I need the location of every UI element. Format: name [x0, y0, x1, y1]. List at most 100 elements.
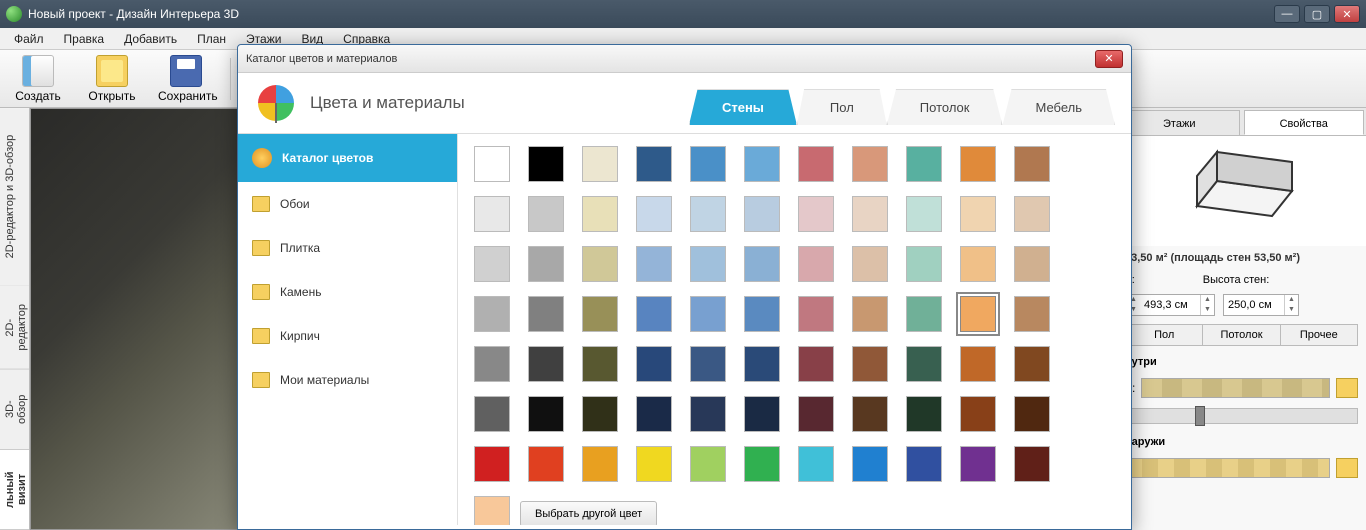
y-input[interactable] — [1140, 299, 1200, 311]
browse-material-outside-button[interactable] — [1336, 458, 1358, 478]
vtab-3d[interactable]: 3D-обзор — [0, 370, 29, 450]
slider-handle[interactable] — [1195, 406, 1205, 426]
color-swatch[interactable] — [744, 246, 780, 282]
vtab-2d[interactable]: 2D-редактор — [0, 286, 29, 370]
color-swatch[interactable] — [852, 446, 888, 482]
color-swatch[interactable] — [582, 346, 618, 382]
color-swatch[interactable] — [474, 146, 510, 182]
category-item[interactable]: Мои материалы — [238, 358, 457, 402]
vtab-2d-3d[interactable]: 2D-редактор и 3D-обзор — [0, 108, 29, 286]
color-swatch[interactable] — [690, 346, 726, 382]
color-swatch[interactable] — [798, 396, 834, 432]
color-swatch[interactable] — [744, 346, 780, 382]
color-swatch[interactable] — [636, 396, 672, 432]
color-swatch[interactable] — [528, 196, 564, 232]
color-swatch[interactable] — [960, 146, 996, 182]
color-swatch[interactable] — [690, 446, 726, 482]
color-swatch[interactable] — [528, 146, 564, 182]
color-swatch[interactable] — [582, 246, 618, 282]
color-swatch[interactable] — [474, 196, 510, 232]
color-swatch[interactable] — [1014, 296, 1050, 332]
height-spinner[interactable]: ▲▼ — [1223, 294, 1299, 316]
subtab-ceiling[interactable]: Потолок — [1203, 325, 1280, 345]
color-swatch[interactable] — [744, 296, 780, 332]
color-swatch[interactable] — [1014, 446, 1050, 482]
color-swatch[interactable] — [798, 296, 834, 332]
tab-floors[interactable]: Этажи — [1119, 110, 1240, 135]
dtab-furniture[interactable]: Мебель — [1002, 89, 1115, 125]
chevron-up-icon[interactable]: ▲ — [1201, 295, 1214, 305]
category-item[interactable]: Плитка — [238, 226, 457, 270]
subtab-other[interactable]: Прочее — [1281, 325, 1357, 345]
vtab-virtual-visit[interactable]: льный визит — [0, 450, 29, 530]
color-swatch[interactable] — [960, 196, 996, 232]
minimize-button[interactable]: — — [1274, 5, 1300, 23]
color-swatch[interactable] — [636, 146, 672, 182]
color-swatch[interactable] — [744, 446, 780, 482]
color-swatch[interactable] — [906, 196, 942, 232]
dtab-floor[interactable]: Пол — [797, 89, 887, 125]
color-swatch[interactable] — [582, 196, 618, 232]
color-swatch[interactable] — [690, 296, 726, 332]
category-item[interactable]: Обои — [238, 182, 457, 226]
color-swatch[interactable] — [1014, 196, 1050, 232]
3d-viewport[interactable] — [30, 108, 240, 530]
color-swatch[interactable] — [852, 396, 888, 432]
color-swatch[interactable] — [906, 346, 942, 382]
color-swatch[interactable] — [1014, 396, 1050, 432]
color-swatch[interactable] — [690, 396, 726, 432]
color-swatch[interactable] — [474, 296, 510, 332]
color-swatch[interactable] — [636, 446, 672, 482]
color-swatch[interactable] — [960, 296, 996, 332]
color-swatch[interactable] — [582, 296, 618, 332]
color-swatch[interactable] — [474, 246, 510, 282]
color-swatch[interactable] — [582, 396, 618, 432]
color-swatch[interactable] — [798, 146, 834, 182]
color-swatch[interactable] — [1014, 346, 1050, 382]
dialog-titlebar[interactable]: Каталог цветов и материалов ✕ — [238, 45, 1131, 73]
color-swatch[interactable] — [744, 196, 780, 232]
color-swatch[interactable] — [798, 346, 834, 382]
color-swatch[interactable] — [636, 346, 672, 382]
subtab-floor[interactable]: Пол — [1126, 325, 1203, 345]
color-swatch[interactable] — [636, 196, 672, 232]
height-input[interactable] — [1224, 299, 1284, 311]
color-swatch[interactable] — [744, 396, 780, 432]
color-swatch[interactable] — [906, 296, 942, 332]
color-swatch[interactable] — [906, 146, 942, 182]
color-swatch[interactable] — [582, 146, 618, 182]
browse-material-button[interactable] — [1336, 378, 1358, 398]
color-swatch[interactable] — [960, 246, 996, 282]
close-button[interactable]: ✕ — [1334, 5, 1360, 23]
chevron-down-icon[interactable]: ▼ — [1201, 305, 1214, 315]
maximize-button[interactable]: ▢ — [1304, 5, 1330, 23]
color-swatch[interactable] — [636, 296, 672, 332]
color-swatch[interactable] — [960, 446, 996, 482]
dtab-ceiling[interactable]: Потолок — [887, 89, 1003, 125]
color-swatch[interactable] — [852, 296, 888, 332]
scale-slider[interactable] — [1125, 408, 1358, 424]
new-button[interactable]: Создать — [8, 53, 68, 105]
color-swatch[interactable] — [528, 396, 564, 432]
save-button[interactable]: Сохранить — [156, 53, 216, 105]
tab-properties[interactable]: Свойства — [1244, 110, 1365, 135]
color-swatch[interactable] — [528, 346, 564, 382]
dialog-close-button[interactable]: ✕ — [1095, 50, 1123, 68]
category-item[interactable]: Каталог цветов — [238, 134, 457, 182]
dtab-walls[interactable]: Стены — [689, 89, 797, 125]
menu-add[interactable]: Добавить — [114, 29, 187, 49]
color-swatch[interactable] — [474, 446, 510, 482]
color-swatch[interactable] — [960, 396, 996, 432]
category-item[interactable]: Кирпич — [238, 314, 457, 358]
color-swatch[interactable] — [744, 146, 780, 182]
color-swatch[interactable] — [798, 246, 834, 282]
color-swatch[interactable] — [690, 196, 726, 232]
color-swatch[interactable] — [906, 396, 942, 432]
category-item[interactable]: Камень — [238, 270, 457, 314]
color-swatch[interactable] — [690, 246, 726, 282]
color-swatch[interactable] — [798, 196, 834, 232]
menu-plan[interactable]: План — [187, 29, 236, 49]
color-swatch[interactable] — [474, 346, 510, 382]
color-swatch[interactable] — [582, 446, 618, 482]
color-swatch[interactable] — [528, 246, 564, 282]
